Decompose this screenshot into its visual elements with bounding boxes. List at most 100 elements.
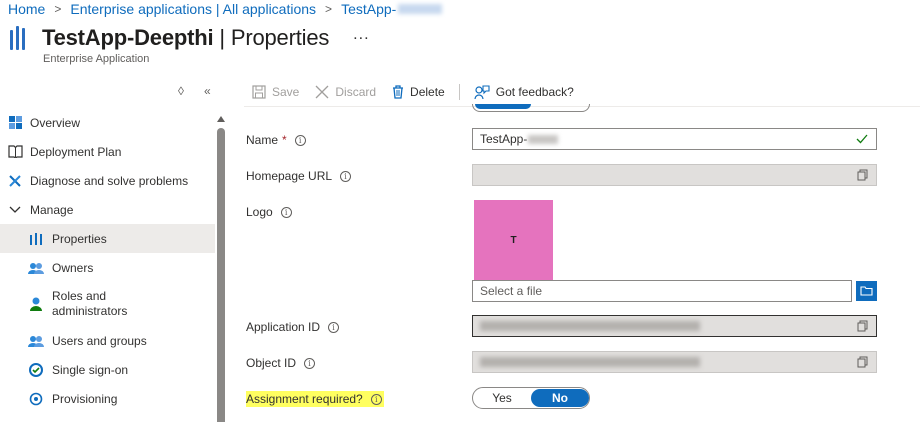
feedback-button[interactable]: Got feedback?: [474, 84, 574, 100]
sidebar-item-properties[interactable]: Properties: [0, 224, 215, 253]
properties-icon: [28, 231, 44, 247]
scroll-up-arrow-icon[interactable]: [217, 116, 225, 122]
info-icon[interactable]: i: [294, 134, 306, 146]
object-id-field[interactable]: [472, 351, 877, 373]
users-icon: [28, 260, 44, 276]
save-label: Save: [272, 85, 300, 99]
homepage-url-label: Homepage URL i: [246, 169, 352, 183]
page-title: TestApp-Deepthi | Properties: [42, 25, 329, 51]
sidebar-item-label: Provisioning: [52, 391, 118, 406]
homepage-url-field[interactable]: [472, 164, 877, 186]
discard-button[interactable]: Discard: [315, 85, 376, 99]
application-id-field[interactable]: [472, 315, 877, 337]
assignment-required-label-text: Assignment required?: [246, 392, 363, 406]
info-icon[interactable]: i: [280, 206, 292, 218]
breadcrumb: Home > Enterprise applications | All app…: [8, 0, 443, 18]
delete-button[interactable]: Delete: [392, 85, 445, 99]
info-icon[interactable]: i: [370, 393, 382, 405]
info-icon[interactable]: i: [328, 321, 340, 333]
page-header: TestApp-Deepthi | Properties ...: [8, 24, 370, 52]
sidebar-item-roles[interactable]: Roles and administrators: [0, 282, 215, 326]
sidebar: Overview Deployment Plan Diagnose and so…: [0, 108, 215, 413]
toggle-option-yes[interactable]: Yes: [473, 389, 531, 407]
app-logo-letter: T: [510, 234, 517, 246]
sidebar-item-label: Roles and administrators: [52, 289, 128, 318]
toolbar-divider: [458, 84, 460, 100]
trash-icon: [392, 85, 404, 99]
sidebar-item-deployment-plan[interactable]: Deployment Plan: [0, 137, 215, 166]
page-subtitle: Enterprise Application: [43, 53, 150, 65]
required-marker: *: [282, 133, 287, 147]
sidebar-item-sso[interactable]: Single sign-on: [0, 355, 215, 384]
application-id-label: Application ID i: [246, 320, 340, 334]
discard-label: Discard: [335, 85, 377, 99]
sidebar-item-label: Diagnose and solve problems: [30, 173, 189, 188]
sidebar-item-label: Manage: [30, 202, 74, 217]
command-bar: Save Discard Delete Got feedback?: [252, 82, 590, 102]
delete-label: Delete: [410, 85, 445, 99]
sidebar-item-label: Single sign-on: [52, 362, 129, 377]
copy-icon[interactable]: [857, 169, 868, 184]
copy-icon[interactable]: [857, 356, 868, 371]
copy-icon[interactable]: [857, 320, 868, 335]
name-field[interactable]: TestApp-: [472, 128, 877, 150]
redacted-text: [480, 321, 700, 331]
page-title-section: Properties: [230, 25, 330, 50]
object-id-label-text: Object ID: [246, 356, 297, 370]
sso-icon: [28, 362, 44, 378]
feedback-icon: [474, 84, 490, 100]
info-icon[interactable]: i: [304, 357, 316, 369]
sidebar-item-provisioning[interactable]: Provisioning: [0, 384, 215, 413]
checkmark-icon: [856, 133, 868, 147]
redacted-text: [398, 4, 443, 14]
application-id-label-text: Application ID: [246, 320, 321, 334]
partial-toggle-above[interactable]: [472, 104, 590, 112]
homepage-url-label-text: Homepage URL: [246, 169, 333, 183]
breadcrumb-chevron-icon: >: [54, 2, 62, 16]
breadcrumb-app[interactable]: TestApp-: [341, 1, 396, 17]
redacted-text: [480, 357, 700, 367]
wrench-icon: [7, 173, 23, 189]
name-label: Name * i: [246, 133, 306, 147]
sidebar-group-manage[interactable]: Manage: [0, 195, 215, 224]
page-title-separator: |: [219, 25, 225, 50]
name-value: TestApp-: [480, 132, 528, 146]
redacted-text: [528, 134, 559, 144]
breadcrumb-home[interactable]: Home: [8, 1, 45, 17]
collapse-sidebar-icon[interactable]: «: [204, 84, 211, 98]
save-icon: [252, 85, 266, 99]
provisioning-icon: [28, 391, 44, 407]
sidebar-item-label: Users and groups: [52, 333, 147, 348]
sidebar-item-diagnose[interactable]: Diagnose and solve problems: [0, 166, 215, 195]
info-icon[interactable]: i: [340, 170, 352, 182]
logo-label-text: Logo: [246, 205, 273, 219]
users-icon: [28, 333, 44, 349]
breadcrumb-enterprise-apps[interactable]: Enterprise applications | All applicatio…: [70, 1, 316, 17]
breadcrumb-chevron-icon: >: [325, 2, 333, 16]
feedback-label: Got feedback?: [495, 85, 574, 99]
browse-file-button[interactable]: [856, 281, 877, 301]
file-input-placeholder: Select a file: [480, 284, 543, 298]
sort-icon[interactable]: ◊: [178, 84, 184, 98]
close-icon: [315, 85, 329, 99]
person-icon: [28, 296, 44, 312]
scrollbar-thumb[interactable]: [217, 128, 225, 422]
sidebar-item-overview[interactable]: Overview: [0, 108, 215, 137]
grid-icon: [7, 115, 23, 131]
sidebar-item-users-groups[interactable]: Users and groups: [0, 326, 215, 355]
save-button[interactable]: Save: [252, 85, 299, 99]
sidebar-item-label: Deployment Plan: [30, 144, 122, 159]
toggle-option-no[interactable]: No: [531, 389, 589, 407]
app-properties-icon: [8, 24, 30, 52]
chevron-down-icon: [7, 202, 23, 218]
name-label-text: Name: [246, 133, 279, 147]
logo-file-input[interactable]: Select a file: [472, 280, 852, 302]
sidebar-scrollbar[interactable]: [216, 110, 226, 422]
logo-label: Logo i: [246, 205, 292, 219]
more-options-icon[interactable]: ...: [353, 26, 369, 44]
sidebar-item-owners[interactable]: Owners: [0, 253, 215, 282]
page-title-app-name: TestApp-Deepthi: [42, 25, 214, 50]
sidebar-item-label: Owners: [52, 260, 94, 275]
book-icon: [7, 144, 23, 160]
assignment-required-toggle[interactable]: Yes No: [472, 387, 590, 409]
